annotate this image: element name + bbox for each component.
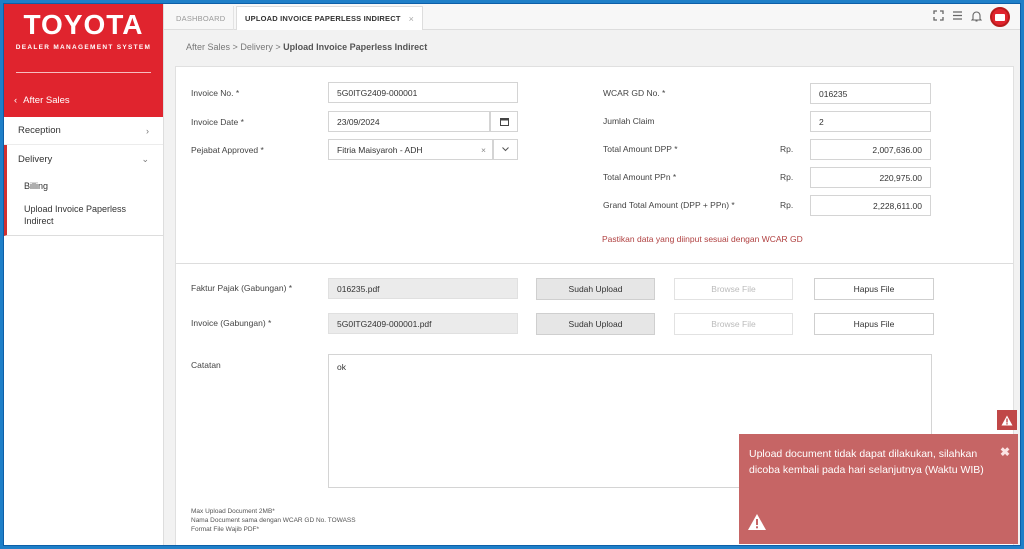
- invoice-date-label: Invoice Date *: [191, 117, 244, 127]
- currency-label: Rp.: [780, 172, 794, 182]
- pejabat-approved-label: Pejabat Approved *: [191, 145, 264, 155]
- pejabat-approved-select[interactable]: Fitria Maisyaroh - ADH ×: [328, 139, 493, 160]
- brand-header: TOYOTA DEALER MANAGEMENT SYSTEM ‹ After …: [4, 4, 163, 117]
- note-line: Format File Wajib PDF*: [191, 526, 260, 533]
- browse-file-button[interactable]: Browse File: [674, 278, 793, 300]
- invoice-no-label: Invoice No. *: [191, 88, 240, 98]
- back-label: After Sales: [23, 95, 70, 106]
- sidebar: TOYOTA DEALER MANAGEMENT SYSTEM ‹ After …: [4, 4, 164, 545]
- sidebar-item-label: Delivery: [18, 153, 53, 165]
- dpp-label: Total Amount DPP *: [603, 144, 678, 154]
- sidebar-group-delivery: Delivery ⌄ Billing Upload Invoice Paperl…: [4, 145, 163, 236]
- ppn-field[interactable]: 220,975.00: [810, 167, 931, 188]
- breadcrumb-after-sales[interactable]: After Sales: [186, 42, 230, 52]
- hapus-file-button[interactable]: Hapus File: [814, 278, 934, 300]
- breadcrumb-delivery[interactable]: Delivery: [240, 42, 273, 52]
- tab-upload-invoice[interactable]: UPLOAD INVOICE PAPERLESS INDIRECT ×: [236, 6, 424, 30]
- avatar-badge-icon: [995, 13, 1005, 21]
- currency-label: Rp.: [780, 144, 794, 154]
- back-after-sales-button[interactable]: ‹ After Sales: [14, 95, 70, 106]
- faktur-pajak-label: Faktur Pajak (Gabungan) *: [191, 283, 293, 293]
- sidebar-item-billing[interactable]: Billing: [7, 173, 163, 199]
- invoice-gabungan-label: Invoice (Gabungan) *: [191, 318, 272, 328]
- app-window: TOYOTA DEALER MANAGEMENT SYSTEM ‹ After …: [3, 3, 1021, 546]
- sudah-upload-button[interactable]: Sudah Upload: [536, 278, 655, 300]
- jumlah-claim-field[interactable]: 2: [810, 111, 931, 132]
- invoice-no-field[interactable]: 5G0ITG2409-000001: [328, 82, 518, 103]
- faktur-pajak-file-field[interactable]: 016235.pdf: [328, 278, 518, 299]
- ppn-label: Total Amount PPn *: [603, 172, 677, 182]
- user-avatar[interactable]: [990, 7, 1010, 27]
- invoice-date-field[interactable]: 23/09/2024: [328, 111, 490, 132]
- sidebar-item-reception[interactable]: Reception ›: [4, 117, 163, 145]
- pejabat-approved-value: Fitria Maisyaroh - ADH: [337, 144, 423, 155]
- top-bar: DASHBOARD UPLOAD INVOICE PAPERLESS INDIR…: [164, 4, 1020, 30]
- clear-icon[interactable]: ×: [481, 145, 486, 155]
- toast-message: Upload document tidak dapat dilakukan, s…: [749, 448, 984, 476]
- sidebar-item-label: Reception: [18, 125, 61, 136]
- close-tab-icon[interactable]: ×: [409, 14, 414, 24]
- toolbar-icons: [933, 7, 1010, 27]
- invoice-gabungan-file-field[interactable]: 5G0ITG2409-000001.pdf: [328, 313, 518, 334]
- section-divider: [176, 263, 1013, 264]
- sidebar-item-label: Upload Invoice Paperless Indirect: [24, 204, 127, 226]
- chevron-right-icon: ›: [146, 125, 149, 136]
- hapus-file-button[interactable]: Hapus File: [814, 313, 934, 335]
- currency-label: Rp.: [780, 200, 794, 210]
- chevron-down-icon[interactable]: [493, 139, 518, 160]
- close-icon[interactable]: ✖: [1000, 444, 1010, 460]
- grand-total-label: Grand Total Amount (DPP + PPn) *: [603, 200, 735, 210]
- sudah-upload-button[interactable]: Sudah Upload: [536, 313, 655, 335]
- jumlah-claim-label: Jumlah Claim: [603, 116, 655, 126]
- breadcrumb-separator: >: [232, 42, 238, 52]
- tab-label: DASHBOARD: [176, 13, 226, 23]
- warning-icon[interactable]: [997, 410, 1017, 430]
- chevron-left-icon: ‹: [14, 95, 18, 106]
- toyota-logo: TOYOTA: [23, 9, 144, 40]
- brand-subtitle: DEALER MANAGEMENT SYSTEM: [15, 44, 152, 51]
- catatan-label: Catatan: [191, 360, 221, 370]
- fullscreen-icon[interactable]: [933, 10, 944, 24]
- wcar-label: WCAR GD No. *: [603, 88, 666, 98]
- upload-notes: Max Upload Document 2MB* Nama Document s…: [191, 507, 356, 534]
- note-line: Nama Document sama dengan WCAR GD No. TO…: [191, 517, 356, 524]
- dpp-field[interactable]: 2,007,636.00: [810, 139, 931, 160]
- brand-divider: [16, 72, 151, 73]
- note-line: Max Upload Document 2MB*: [191, 508, 275, 515]
- error-toast: Upload document tidak dapat dilakukan, s…: [739, 434, 1018, 544]
- sidebar-item-upload-invoice[interactable]: Upload Invoice Paperless Indirect: [7, 199, 142, 227]
- sidebar-item-delivery[interactable]: Delivery ⌄: [7, 145, 163, 173]
- sidebar-item-label: Billing: [24, 181, 49, 191]
- breadcrumb-current: Upload Invoice Paperless Indirect: [283, 42, 428, 52]
- browse-file-button[interactable]: Browse File: [674, 313, 793, 335]
- menu-icon[interactable]: [952, 10, 963, 24]
- tab-dashboard[interactable]: DASHBOARD: [168, 6, 235, 30]
- warning-message: Pastikan data yang diinput sesuai dengan…: [602, 234, 803, 244]
- tab-label: UPLOAD INVOICE PAPERLESS INDIRECT: [245, 14, 401, 23]
- bell-icon[interactable]: [970, 10, 983, 25]
- breadcrumb: After Sales > Delivery > Upload Invoice …: [186, 42, 427, 52]
- calendar-icon[interactable]: [490, 111, 518, 132]
- breadcrumb-separator: >: [275, 42, 281, 52]
- chevron-down-icon: ⌄: [141, 153, 149, 164]
- grand-total-field[interactable]: 2,228,611.00: [810, 195, 931, 216]
- wcar-field[interactable]: 016235: [810, 83, 931, 104]
- warning-icon: [747, 513, 767, 536]
